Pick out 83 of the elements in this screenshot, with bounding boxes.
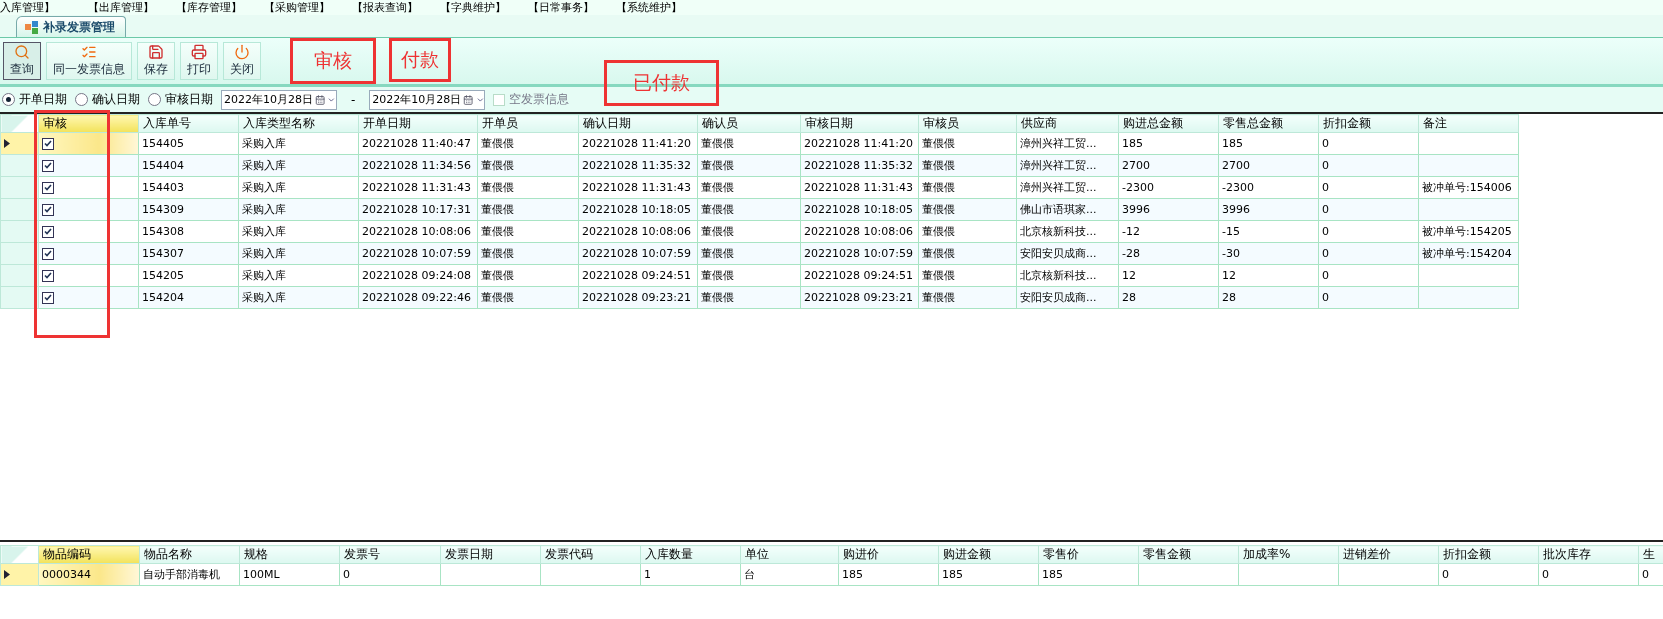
- calendar-icon: [315, 93, 326, 106]
- checkbox[interactable]: [42, 159, 54, 172]
- column-header[interactable]: 批次库存: [1538, 545, 1639, 564]
- annotation-label: 已付款: [604, 60, 719, 106]
- checkbox[interactable]: [42, 269, 54, 282]
- checkbox[interactable]: [42, 291, 54, 304]
- checkmark-icon: [44, 272, 52, 279]
- search-icon: [14, 44, 30, 60]
- checkbox[interactable]: [42, 203, 54, 216]
- date-field[interactable]: 2022年10月28日: [221, 89, 337, 110]
- column-header[interactable]: 购进总金额: [1118, 114, 1219, 133]
- toolbar-button[interactable]: 查询: [3, 42, 41, 80]
- column-header[interactable]: 确认员: [697, 114, 801, 133]
- column-header[interactable]: 发票代码: [540, 545, 641, 564]
- checkmark-icon: [44, 294, 52, 301]
- column-header[interactable]: 生: [1638, 545, 1663, 564]
- column-header[interactable]: 进销差价: [1338, 545, 1439, 564]
- toolbar-button[interactable]: 保存: [137, 42, 175, 80]
- column-header[interactable]: 零售总金额: [1218, 114, 1319, 133]
- column-header[interactable]: 加成率%: [1238, 545, 1339, 564]
- checkbox[interactable]: [42, 247, 54, 260]
- checkbox[interactable]: [42, 181, 54, 194]
- close-icon: [234, 44, 250, 60]
- date-type-radio[interactable]: 审核日期: [148, 91, 213, 108]
- date-field[interactable]: 2022年10月28日: [369, 89, 486, 110]
- menu-item[interactable]: 【报表查询】: [352, 0, 440, 15]
- document-tab[interactable]: 补录发票管理: [16, 16, 126, 37]
- column-header[interactable]: 折扣金额: [1438, 545, 1539, 564]
- checkmark-icon: [44, 140, 52, 147]
- checkmark-icon: [44, 206, 52, 213]
- column-header[interactable]: 零售金额: [1138, 545, 1239, 564]
- toolbar-button[interactable]: 同一发票信息: [46, 42, 132, 80]
- column-header[interactable]: 供应商: [1016, 114, 1119, 133]
- pointer-icon: [4, 569, 10, 579]
- column-header[interactable]: 购进价: [838, 545, 939, 564]
- column-header[interactable]: 单位: [740, 545, 839, 564]
- corner-header: [0, 545, 39, 564]
- pointer-icon: [4, 138, 10, 148]
- checkbox[interactable]: [42, 225, 54, 238]
- checkbox-label: 空发票信息: [509, 91, 570, 108]
- menu-item[interactable]: 【采购管理】: [264, 0, 352, 15]
- checkmark-icon: [44, 250, 52, 257]
- column-header[interactable]: 备注: [1418, 114, 1519, 133]
- column-header[interactable]: 物品编码: [38, 545, 140, 564]
- column-header[interactable]: 入库数量: [640, 545, 741, 564]
- column-header[interactable]: 入库单号: [138, 114, 239, 133]
- toolbar-button[interactable]: 打印: [180, 42, 218, 80]
- menu-item[interactable]: 【库存管理】: [176, 0, 264, 15]
- column-header[interactable]: 审核员: [918, 114, 1017, 133]
- menu-item[interactable]: 【出库管理】: [88, 0, 176, 15]
- column-header[interactable]: 折扣金额: [1318, 114, 1419, 133]
- checkmark-icon: [44, 228, 52, 235]
- menu-item[interactable]: 【字典维护】: [440, 0, 528, 15]
- calendar-icon: [463, 93, 474, 106]
- column-header[interactable]: 入库类型名称: [238, 114, 359, 133]
- menu-item[interactable]: 入库管理】: [0, 0, 88, 15]
- column-header[interactable]: 规格: [239, 545, 340, 564]
- checkbox[interactable]: [42, 137, 54, 150]
- annotation-label: 付款: [389, 38, 451, 82]
- column-header[interactable]: 物品名称: [139, 545, 240, 564]
- date-type-radio[interactable]: 开单日期: [2, 91, 67, 108]
- checkmark-icon: [44, 184, 52, 191]
- column-header[interactable]: 发票日期: [440, 545, 541, 564]
- column-header[interactable]: 购进金额: [938, 545, 1039, 564]
- column-header[interactable]: 确认日期: [578, 114, 698, 133]
- toolbar-button[interactable]: 关闭: [223, 42, 261, 80]
- menu-item[interactable]: 【日常事务】: [528, 0, 616, 15]
- save-icon: [148, 44, 164, 60]
- menu-item[interactable]: 【系统维护】: [616, 0, 704, 15]
- print-icon: [191, 44, 207, 60]
- window-icon: [25, 20, 39, 34]
- column-header[interactable]: 开单员: [477, 114, 579, 133]
- date-type-radio[interactable]: 确认日期: [75, 91, 140, 108]
- column-header[interactable]: 发票号: [339, 545, 441, 564]
- column-header[interactable]: 零售价: [1038, 545, 1139, 564]
- column-header[interactable]: 审核: [38, 114, 139, 133]
- list-icon: [81, 44, 97, 60]
- row-indicator[interactable]: [0, 563, 39, 586]
- column-header[interactable]: 审核日期: [800, 114, 919, 133]
- checkmark-icon: [44, 162, 52, 169]
- annotation-label: 审核: [290, 38, 376, 84]
- date-separator: -: [350, 92, 357, 107]
- column-header[interactable]: 开单日期: [358, 114, 478, 133]
